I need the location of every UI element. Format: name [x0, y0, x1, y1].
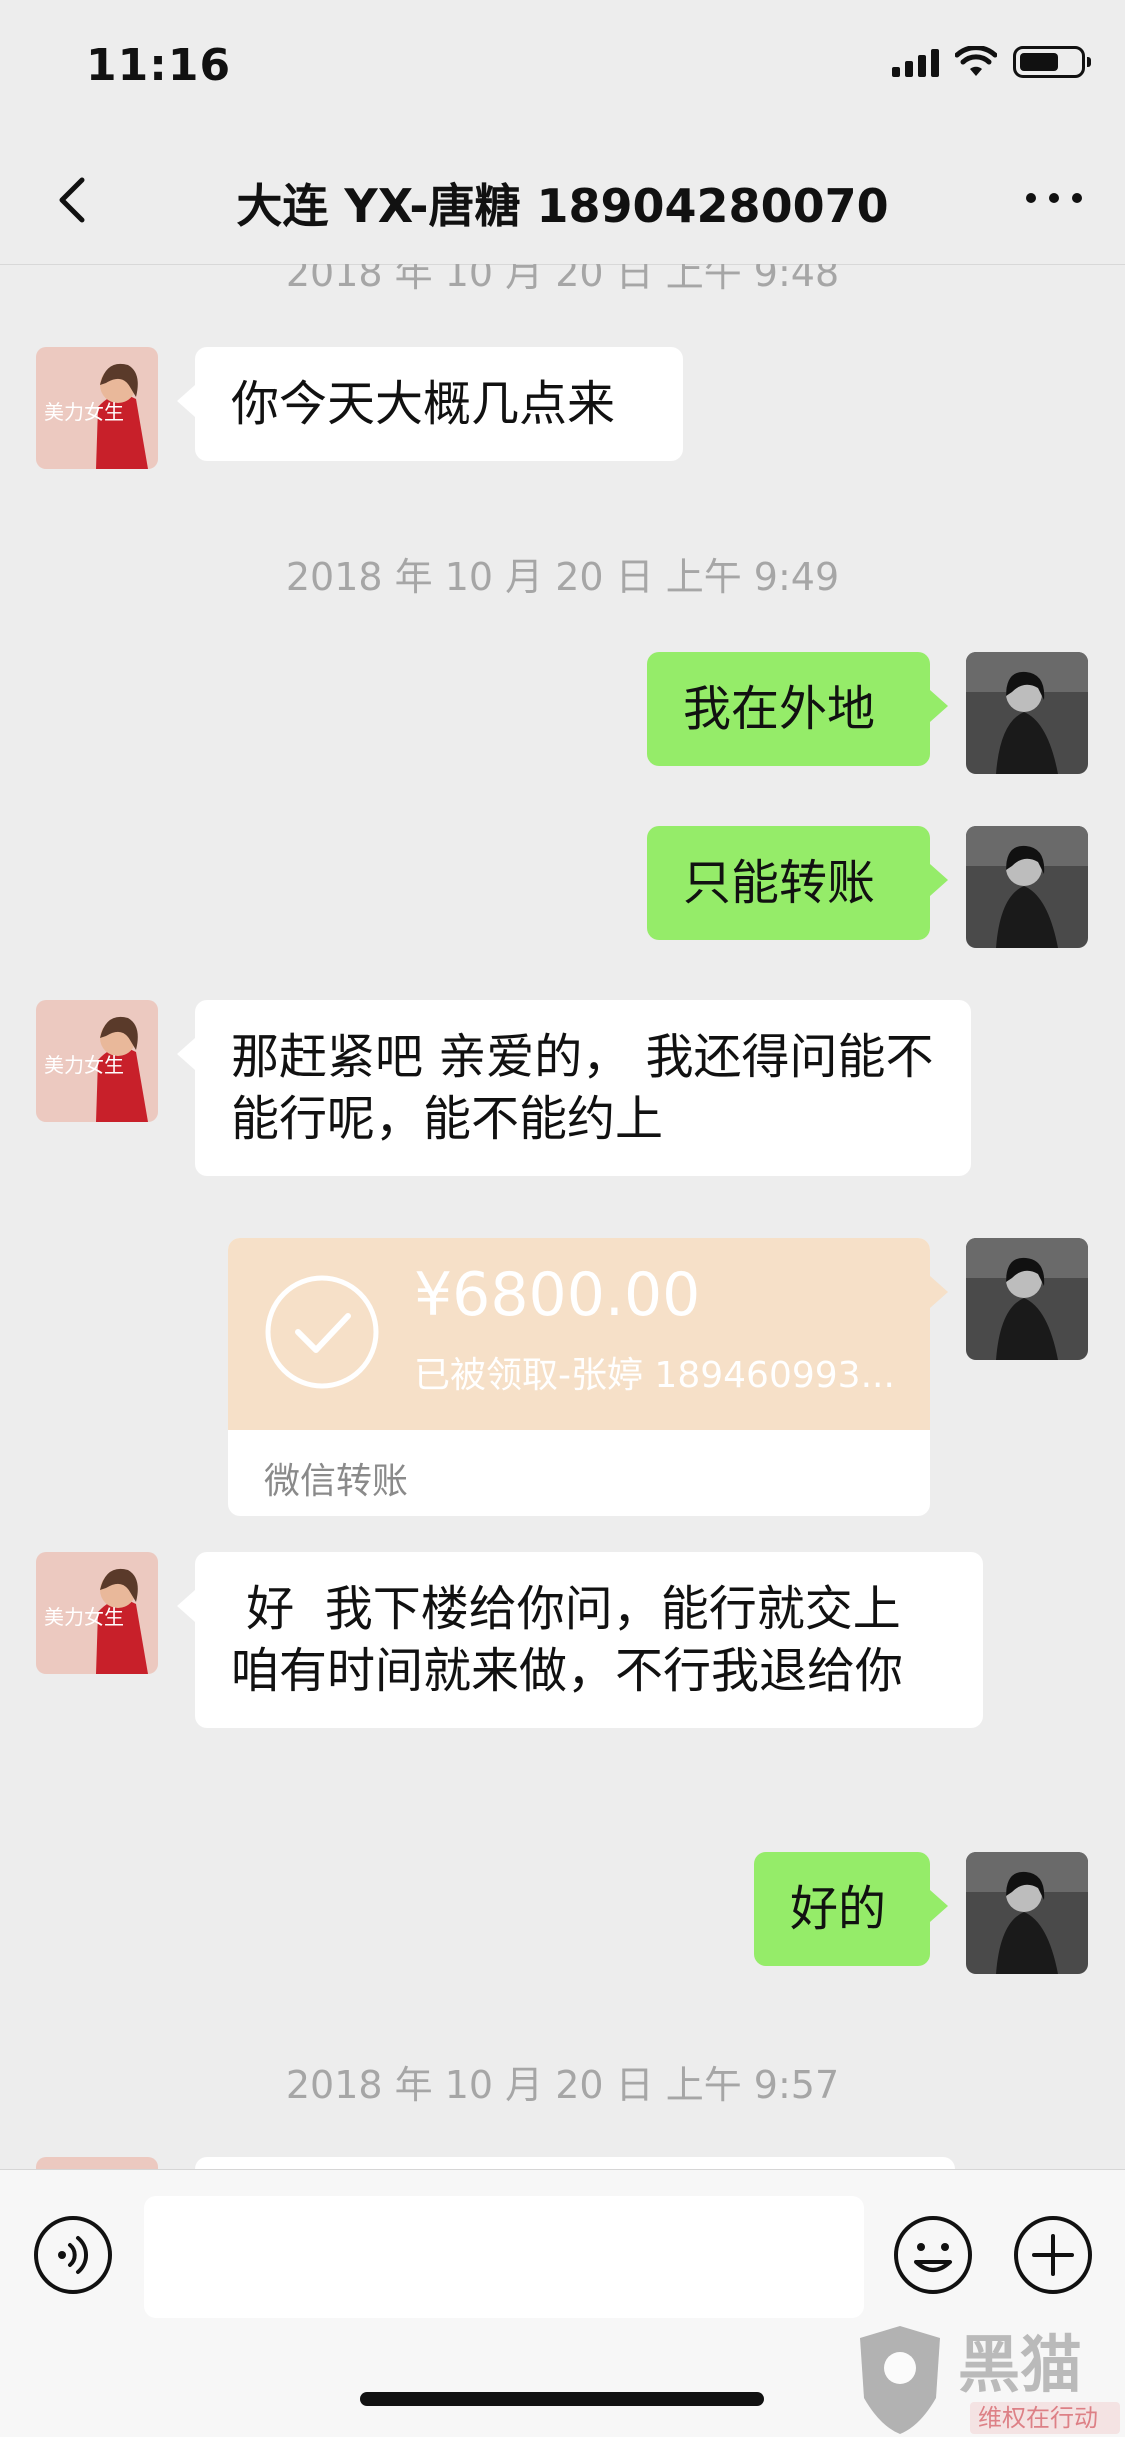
svg-text:美力女生: 美力女生: [44, 1605, 124, 1629]
svg-text:美力女生: 美力女生: [44, 400, 124, 424]
transfer-amount: ¥6800.00: [414, 1260, 701, 1330]
back-chevron-icon[interactable]: [44, 170, 104, 230]
svg-text:黑猫: 黑猫: [958, 2328, 1082, 2401]
chat-messages[interactable]: 2018 年 10 月 20 日 上午 9:48 美力女生 你今天大概几点来 2…: [0, 264, 1125, 2169]
home-indicator[interactable]: [360, 2392, 764, 2406]
status-icons: [892, 46, 1091, 78]
self-avatar[interactable]: [966, 652, 1088, 774]
plus-icon[interactable]: [1012, 2214, 1094, 2296]
voice-icon[interactable]: [32, 2214, 114, 2296]
more-dots-icon[interactable]: [1019, 168, 1089, 228]
wifi-icon: [955, 46, 997, 76]
status-time: 11:16: [86, 40, 232, 91]
svg-text:维权在行动: 维权在行动: [978, 2404, 1098, 2432]
transfer-card-top: ¥6800.00 已被领取-张婷 189460993...: [228, 1238, 948, 1430]
self-avatar[interactable]: [966, 1852, 1088, 1974]
transfer-card[interactable]: ¥6800.00 已被领取-张婷 189460993... 微信转账: [228, 1238, 948, 1516]
svg-text:美力女生: 美力女生: [44, 1053, 124, 1077]
signal-icon: [892, 47, 939, 77]
contact-avatar[interactable]: 美力女生: [36, 1000, 158, 1122]
message-bubble[interactable]: 那赶紧吧 亲爱的， 我还得问能不能行呢，能不能约上: [177, 1000, 971, 1176]
message-bubble[interactable]: 好的: [754, 1852, 948, 1966]
status-bar: 11:16: [0, 0, 1125, 140]
timestamp: 2018 年 10 月 20 日 上午 9:49: [285, 555, 840, 599]
message-bubble[interactable]: 你今天大概几点来: [177, 347, 683, 461]
timestamp: 2018 年 10 月 20 日 上午 9:57: [285, 2063, 840, 2107]
chat-header: 大连 YX-唐糖 18904280070: [0, 140, 1125, 265]
message-bubble[interactable]: 只能转账: [647, 826, 948, 940]
message-bubble-partial[interactable]: [195, 2157, 955, 2169]
timestamp: 2018 年 10 月 20 日 上午 9:48: [285, 264, 840, 295]
self-avatar[interactable]: [966, 1238, 1088, 1360]
chat-title: 大连 YX-唐糖 18904280070: [236, 179, 889, 233]
watermark-logo: 黑猫 维权在行动: [860, 2326, 1120, 2434]
emoji-icon[interactable]: [892, 2214, 974, 2296]
contact-avatar[interactable]: 美力女生: [36, 1552, 158, 1674]
battery-icon: [1013, 46, 1091, 78]
message-bubble[interactable]: 好 我下楼给你问，能行就交上 咱有时间就来做，不行我退给你: [177, 1552, 983, 1728]
transfer-label: 微信转账: [264, 1461, 409, 1502]
message-bubble[interactable]: 我在外地: [647, 652, 948, 766]
message-input[interactable]: [144, 2196, 864, 2318]
transfer-status: 已被领取-张婷 189460993...: [414, 1355, 895, 1396]
contact-avatar[interactable]: [36, 2157, 158, 2169]
contact-avatar[interactable]: 美力女生: [36, 347, 158, 469]
self-avatar[interactable]: [966, 826, 1088, 948]
check-icon: [265, 1275, 379, 1389]
